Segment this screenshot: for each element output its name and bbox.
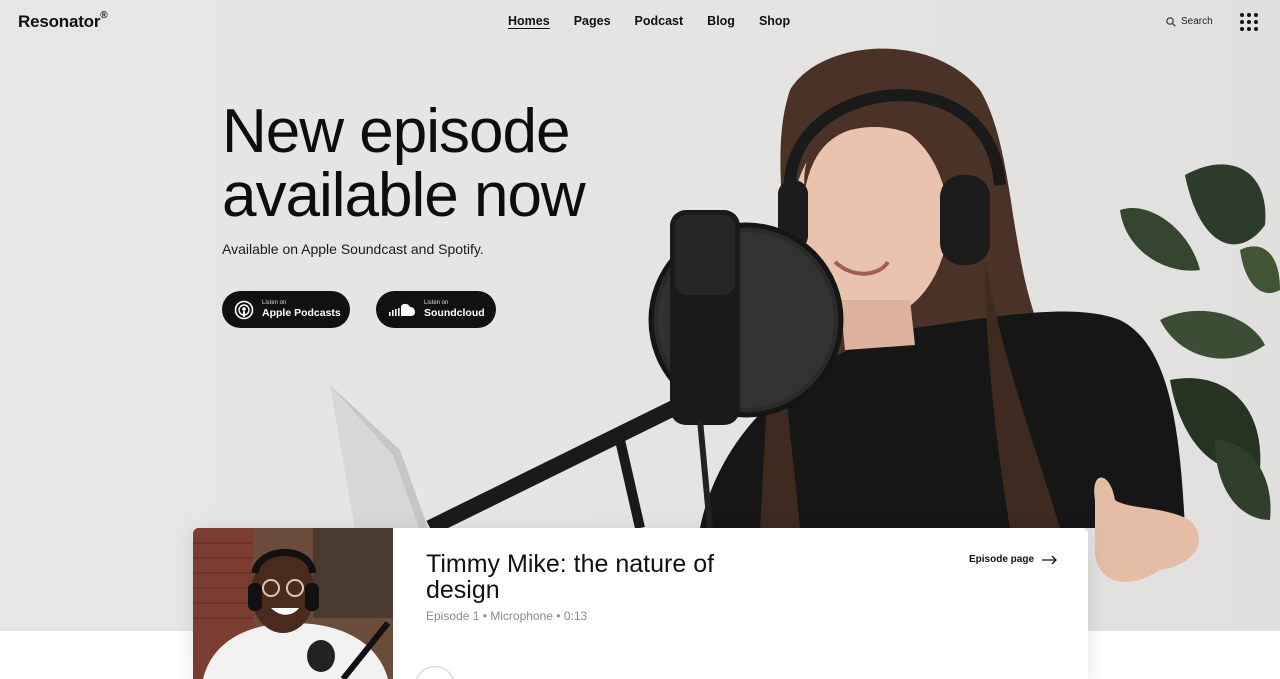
episode-card: Timmy Mike: the nature of design Episode… <box>193 528 1088 679</box>
episode-meta: Episode 1 • Microphone • 0:13 <box>426 609 588 623</box>
play-button[interactable] <box>415 666 455 679</box>
arrow-right-icon <box>1042 555 1057 564</box>
search-icon <box>1166 16 1176 27</box>
podcast-icon <box>234 300 254 320</box>
site-header: Resonator® Homes Pages Podcast Blog Shop… <box>0 0 1280 44</box>
site-logo[interactable]: Resonator® <box>18 10 108 32</box>
episode-title[interactable]: Timmy Mike: the nature of design <box>426 551 726 603</box>
episode-page-link[interactable]: Episode page <box>969 554 1058 565</box>
hero-subtitle: Available on Apple Soundcast and Spotify… <box>222 241 484 257</box>
nav-item-podcast[interactable]: Podcast <box>635 14 684 28</box>
search-button[interactable]: Search <box>1166 16 1213 27</box>
soundcloud-button-small-label: Listen on <box>424 300 449 306</box>
main-nav: Homes Pages Podcast Blog Shop <box>508 14 814 28</box>
nav-item-homes[interactable]: Homes <box>508 14 550 28</box>
episode-thumbnail[interactable] <box>193 528 393 679</box>
listen-soundcloud-button[interactable]: Listen on Soundcloud <box>376 291 496 328</box>
grid-dots-icon[interactable] <box>1240 13 1258 31</box>
soundcloud-icon <box>388 302 416 318</box>
hero-title: New episode available now <box>222 97 586 230</box>
soundcloud-button-label: Soundcloud <box>424 307 485 319</box>
listen-apple-podcasts-button[interactable]: Listen on Apple Podcasts <box>222 291 350 328</box>
nav-item-pages[interactable]: Pages <box>574 14 611 28</box>
nav-item-shop[interactable]: Shop <box>759 14 790 28</box>
apple-button-small-label: Listen on <box>262 300 287 306</box>
apple-button-label: Apple Podcasts <box>262 307 341 319</box>
play-icon <box>416 667 456 679</box>
search-label: Search <box>1181 16 1213 27</box>
nav-item-blog[interactable]: Blog <box>707 14 735 28</box>
episode-page-label: Episode page <box>969 554 1035 565</box>
